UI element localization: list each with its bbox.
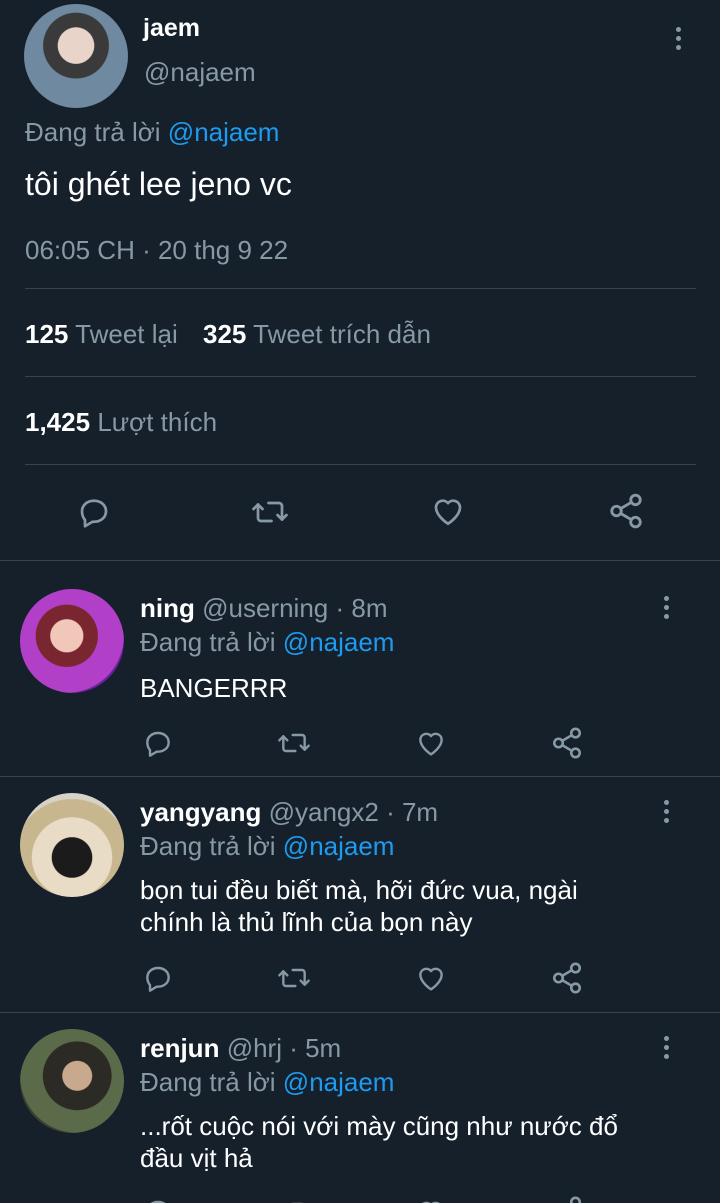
reply-header: renjun @hrj · 5m (140, 1033, 341, 1064)
mention-link[interactable]: @najaem (283, 1067, 395, 1097)
share-icon[interactable] (550, 726, 584, 760)
reply-text-line: chính là thủ lĩnh của bọn này (140, 907, 473, 937)
relative-time[interactable]: · 8m (335, 593, 387, 623)
divider (25, 288, 696, 289)
heart-icon[interactable] (414, 962, 448, 994)
more-vertical-icon[interactable] (654, 591, 678, 623)
avatar[interactable] (20, 1029, 124, 1133)
retweet-icon[interactable] (276, 962, 312, 994)
reply-text-line: đầu vịt hả (140, 1143, 253, 1173)
heart-icon[interactable] (414, 727, 448, 759)
replying-to-line: Đang trả lời @najaem (140, 1067, 394, 1098)
reply-text-line: BANGERRR (140, 673, 288, 703)
divider (25, 464, 696, 465)
share-icon[interactable] (550, 961, 584, 995)
display-name[interactable]: jaem (143, 14, 200, 43)
divider (25, 376, 696, 377)
likes-count: 1,425 (25, 407, 91, 437)
reply-text-line: ...rốt cuộc nói với mày cũng như nước đổ (140, 1111, 618, 1141)
retweet-icon[interactable] (250, 494, 290, 530)
replying-prefix: Đang trả lời (25, 117, 161, 147)
more-vertical-icon[interactable] (666, 22, 690, 54)
retweets-stat[interactable]: 125 Tweet lại (25, 319, 185, 349)
quotes-label: Tweet trích dẫn (253, 319, 431, 349)
retweet-icon[interactable] (276, 1196, 312, 1203)
handle[interactable]: @hrj (227, 1033, 282, 1063)
quotes-count: 325 (203, 319, 247, 349)
relative-time[interactable]: · 7m (386, 797, 438, 827)
handle[interactable]: @yangx2 (269, 797, 379, 827)
avatar[interactable] (20, 589, 124, 693)
mention-link[interactable]: @najaem (283, 627, 395, 657)
reply-divider (0, 1012, 720, 1013)
relative-time[interactable]: · 5m (289, 1033, 341, 1063)
retweets-count: 125 (25, 319, 69, 349)
reply-icon[interactable] (142, 727, 174, 759)
retweets-label: Tweet lại (75, 319, 178, 349)
replying-to-line: Đang trả lời @najaem (140, 627, 394, 658)
retweet-icon[interactable] (276, 727, 312, 759)
reply-divider (0, 776, 720, 777)
mention-link[interactable]: @najaem (283, 831, 395, 861)
replying-to-line: Đang trả lời @najaem (140, 831, 394, 862)
reply-icon[interactable] (142, 962, 174, 994)
reply-icon[interactable] (76, 494, 112, 530)
replying-to-line: Đang trả lời @najaem (25, 117, 279, 148)
more-vertical-icon[interactable] (654, 1031, 678, 1063)
mention-link[interactable]: @najaem (168, 117, 280, 147)
display-name[interactable]: ning (140, 593, 195, 623)
reply-text: bọn tui đều biết mà, hỡi đức vua, ngài c… (140, 874, 578, 938)
reply-header: yangyang @yangx2 · 7m (140, 797, 438, 828)
heart-icon[interactable] (429, 493, 467, 529)
handle[interactable]: @userning (202, 593, 328, 623)
more-vertical-icon[interactable] (654, 795, 678, 827)
reply-header: ning @userning · 8m (140, 593, 387, 624)
replying-prefix: Đang trả lời (140, 831, 276, 861)
retweet-quote-stats: 125 Tweet lại 325 Tweet trích dẫn (25, 319, 431, 350)
handle[interactable]: @najaem (144, 57, 256, 88)
reply-text: ...rốt cuộc nói với mày cũng như nước đổ… (140, 1110, 618, 1174)
display-name[interactable]: renjun (140, 1033, 219, 1063)
timestamp[interactable]: 06:05 CH · 20 thg 9 22 (25, 235, 288, 266)
tweet-text: tôi ghét lee jeno vc (25, 166, 292, 202)
replying-prefix: Đang trả lời (140, 1067, 276, 1097)
avatar[interactable] (24, 4, 128, 108)
reply-icon[interactable] (142, 1196, 174, 1203)
reply-text: BANGERRR (140, 672, 287, 704)
reply-text-line: bọn tui đều biết mà, hỡi đức vua, ngài (140, 875, 578, 905)
share-icon[interactable] (550, 1195, 584, 1203)
likes-label: Lượt thích (97, 407, 218, 437)
section-divider (0, 560, 720, 561)
heart-icon[interactable] (414, 1196, 448, 1203)
share-icon[interactable] (607, 492, 645, 530)
likes-stat[interactable]: 1,425 Lượt thích (25, 407, 217, 438)
display-name[interactable]: yangyang (140, 797, 261, 827)
replying-prefix: Đang trả lời (140, 627, 276, 657)
quotes-stat[interactable]: 325 Tweet trích dẫn (203, 319, 431, 349)
avatar[interactable] (20, 793, 124, 897)
